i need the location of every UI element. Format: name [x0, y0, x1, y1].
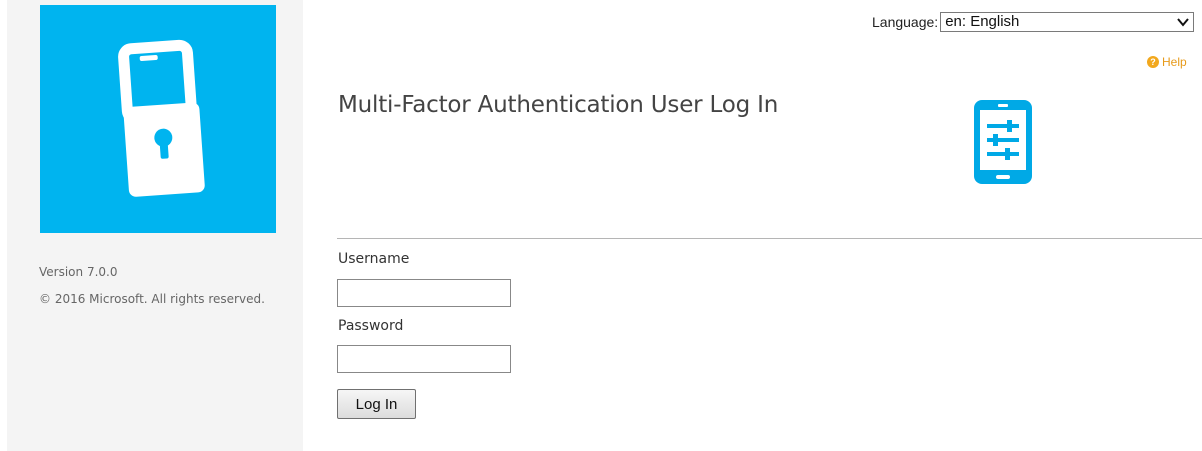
help-icon: ?: [1147, 56, 1159, 68]
language-select[interactable]: en: English: [940, 12, 1195, 32]
padlock-phone-icon: [118, 39, 205, 197]
language-selector-row: Language: en: English: [872, 11, 1195, 33]
copyright-text: © 2016 Microsoft. All rights reserved.: [39, 292, 265, 306]
sidebar: Version 7.0.0 © 2016 Microsoft. All righ…: [7, 0, 303, 451]
password-label: Password: [338, 318, 404, 334]
password-input[interactable]: [337, 345, 511, 373]
language-label: Language:: [872, 14, 939, 30]
divider: [337, 238, 1202, 239]
username-input[interactable]: [337, 279, 511, 307]
login-button[interactable]: Log In: [337, 389, 416, 419]
username-label: Username: [338, 251, 410, 267]
mfa-logo-tile: [40, 5, 276, 233]
login-page: Version 7.0.0 © 2016 Microsoft. All righ…: [0, 0, 1202, 451]
help-label: Help: [1162, 55, 1187, 69]
language-selected-value: en: English: [945, 13, 1020, 30]
chevron-down-icon: [1177, 18, 1189, 27]
mobile-settings-icon: [974, 100, 1032, 184]
page-title: Multi-Factor Authentication User Log In: [338, 92, 779, 118]
help-link[interactable]: ? Help: [1147, 55, 1187, 69]
version-text: Version 7.0.0: [39, 265, 118, 279]
